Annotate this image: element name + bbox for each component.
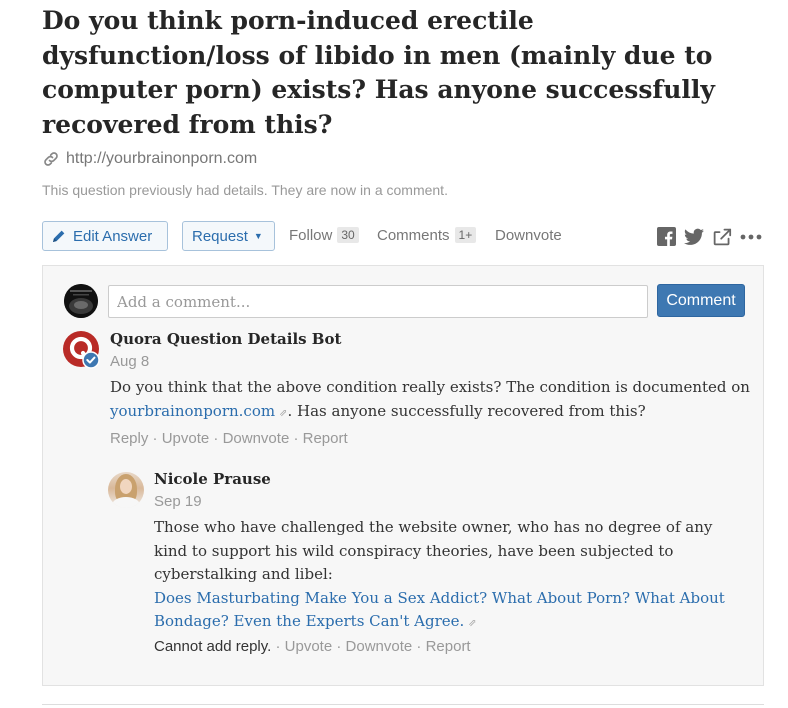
add-comment-input[interactable]	[108, 285, 648, 318]
more-icon[interactable]	[740, 234, 762, 240]
comment-actions: Reply · Upvote · Downvote · Report	[110, 430, 348, 447]
upvote-button[interactable]: Upvote	[285, 638, 333, 655]
reply-article-link[interactable]: Does Masturbating Make You a Sex Addict?…	[154, 589, 725, 631]
request-button[interactable]: Request ▼	[182, 221, 275, 251]
reply-button[interactable]: Reply	[110, 430, 148, 447]
quora-bot-avatar	[63, 331, 101, 369]
report-button[interactable]: Report	[303, 430, 348, 447]
cannot-reply-note: Cannot add reply.	[154, 638, 272, 655]
current-user-avatar	[64, 284, 98, 318]
comment-text: Do you think that the above condition re…	[110, 378, 750, 396]
request-label: Request	[192, 227, 248, 245]
separator-dot: ·	[336, 638, 346, 655]
link-icon	[44, 152, 58, 166]
question-title: Do you think porn-induced erectile dysfu…	[42, 6, 715, 139]
question-link[interactable]: http://yourbrainonporn.com	[42, 149, 257, 169]
separator-dot: ·	[416, 638, 426, 655]
reply-actions: Cannot add reply. · Upvote · Downvote · …	[154, 638, 471, 655]
share-icon[interactable]	[712, 228, 732, 246]
caret-down-icon: ▼	[253, 231, 263, 241]
comments-count: 1+	[454, 227, 477, 243]
comment-body: Do you think that the above condition re…	[110, 376, 750, 425]
downvote-question-button[interactable]: Downvote	[495, 227, 562, 244]
reply-date[interactable]: Sep 19	[154, 493, 202, 510]
separator-dot: ·	[213, 430, 223, 447]
reply-body: Those who have challenged the website ow…	[154, 516, 744, 636]
comment-text-end: . Has anyone successfully recovered from…	[287, 401, 646, 420]
downvote-button[interactable]: Downvote	[223, 430, 290, 447]
reply-text: Those who have challenged the website ow…	[154, 518, 713, 583]
edit-answer-label: Edit Answer	[73, 227, 153, 245]
comment-submit-button[interactable]: Comment	[657, 284, 745, 317]
details-note: This question previously had details. Th…	[42, 182, 448, 198]
follow-label: Follow	[289, 227, 333, 244]
comments-button[interactable]: Comments 1+	[377, 227, 477, 244]
facebook-icon[interactable]	[657, 227, 676, 246]
separator-dot: ·	[152, 430, 162, 447]
action-bar: Edit Answer Request ▼ Follow 30 Comments 1…	[42, 221, 762, 253]
reply-author[interactable]: Nicole Prause	[154, 470, 271, 488]
follow-button[interactable]: Follow 30	[289, 227, 359, 244]
external-link-icon: ⇗	[468, 618, 477, 629]
pencil-icon	[53, 230, 65, 242]
share-icons	[657, 227, 762, 246]
follow-count: 30	[337, 227, 359, 243]
comment-link[interactable]: yourbrainonporn.com	[110, 402, 275, 420]
separator-dot: ·	[293, 430, 303, 447]
edit-answer-button[interactable]: Edit Answer	[42, 221, 168, 251]
downvote-button[interactable]: Downvote	[346, 638, 413, 655]
comment-author[interactable]: Quora Question Details Bot	[110, 330, 341, 348]
nicole-prause-avatar	[108, 472, 144, 508]
upvote-button[interactable]: Upvote	[162, 430, 210, 447]
twitter-icon[interactable]	[684, 228, 704, 246]
comments-label: Comments	[377, 227, 450, 244]
question-link-url[interactable]: http://yourbrainonporn.com	[66, 150, 257, 168]
comment-date[interactable]: Aug 8	[110, 353, 149, 370]
report-button[interactable]: Report	[426, 638, 471, 655]
separator-dot: ·	[275, 638, 285, 655]
divider	[42, 704, 764, 705]
comments-panel: Comment Quora Question Details Bot Aug 8…	[42, 265, 764, 686]
